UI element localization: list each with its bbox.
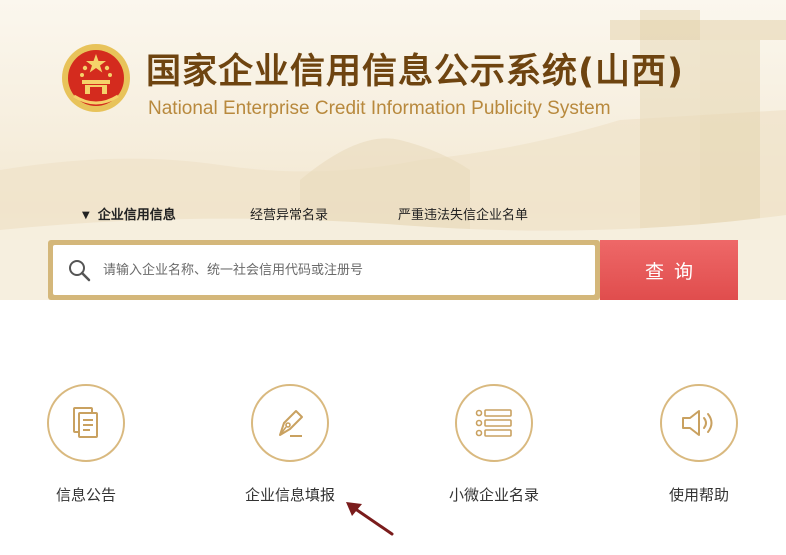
tab-serious-violation-list[interactable]: 严重违法失信企业名单: [398, 206, 528, 226]
search-input[interactable]: [103, 255, 583, 285]
document-icon: [73, 407, 98, 438]
feature-circle: [660, 384, 738, 462]
site-title: 国家企业信用信息公示系统(山西): [146, 52, 684, 92]
feature-circle: [455, 384, 533, 462]
feature-info-announcement[interactable]: 信息公告: [26, 384, 146, 505]
feature-enterprise-info-filing[interactable]: 企业信息填报: [230, 384, 350, 505]
search-box: [48, 240, 600, 300]
feature-circle: [47, 384, 125, 462]
pen-icon: [279, 410, 303, 437]
annotation-arrow-icon: [346, 502, 394, 536]
feature-label: 小微企业名录: [448, 486, 539, 504]
national-emblem-icon: [62, 44, 130, 112]
feature-label: 企业信息填报: [244, 486, 335, 504]
feature-circle: [251, 384, 329, 462]
tab-label: 经营异常名录: [250, 208, 329, 223]
search-field-container: [53, 245, 595, 295]
feature-label: 信息公告: [55, 486, 116, 504]
caret-down-icon: ▼: [82, 210, 90, 221]
speaker-icon: [682, 410, 713, 436]
search-category-tabs: ▼ 企业信用信息 经营异常名录 严重违法失信企业名单: [0, 206, 786, 228]
tab-enterprise-credit-info[interactable]: ▼ 企业信用信息: [82, 206, 176, 226]
feature-label: 使用帮助: [668, 486, 729, 504]
search-icon: [69, 260, 91, 282]
site-subtitle: National Enterprise Credit Information P…: [148, 98, 611, 119]
list-icon: [475, 409, 512, 437]
tab-label: 严重违法失信企业名单: [398, 208, 529, 223]
feature-help[interactable]: 使用帮助: [639, 384, 759, 505]
tab-abnormal-operation-list[interactable]: 经营异常名录: [250, 206, 328, 226]
search-button[interactable]: 查询: [600, 240, 738, 300]
feature-small-micro-enterprise-list[interactable]: 小微企业名录: [434, 384, 554, 505]
tab-label: 企业信用信息: [97, 208, 176, 223]
